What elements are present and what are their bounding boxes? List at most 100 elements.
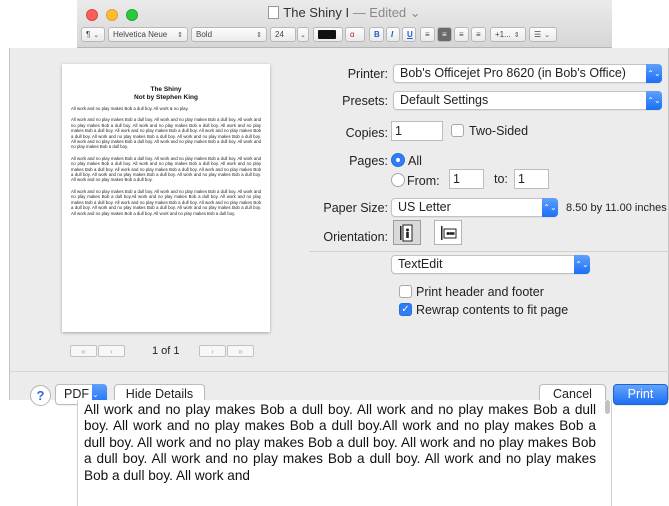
line-spacing-label: +1... — [495, 30, 511, 39]
pages-from-label: From: — [407, 174, 440, 188]
two-sided-checkbox[interactable] — [451, 124, 464, 137]
italic-button[interactable]: I — [386, 27, 400, 42]
chevron-down-icon: ⌄ — [300, 31, 306, 39]
paper-size-value: US Letter — [398, 200, 451, 214]
previous-page-icon: ‹ — [110, 346, 113, 356]
previous-page-button[interactable]: ‹ — [98, 345, 125, 357]
font-family-popup[interactable]: Helvetica Neue ⇕ — [108, 27, 188, 42]
justify-button[interactable]: ≡ — [471, 27, 486, 42]
document-body-text[interactable]: All work and no play makes Bob a dull bo… — [84, 402, 596, 484]
highlight-color-button[interactable]: ɑ — [345, 27, 365, 42]
popup-arrow-icon: ⌃⌄ — [542, 198, 558, 217]
paragraph-style-label: ¶ — [86, 30, 91, 39]
bottom-separator — [10, 371, 669, 372]
font-style-label: Bold — [196, 30, 213, 39]
page-count-label: 1 of 1 — [152, 345, 180, 357]
print-sheet: The Shiny Not by Stephen King All work a… — [9, 48, 669, 406]
popup-arrow-icon: ⌃⌄ — [574, 255, 590, 274]
chevron-down-icon: ⌄ — [544, 31, 551, 39]
align-right-icon: ≡ — [459, 30, 464, 39]
preview-subtitle: Not by Stephen King — [134, 94, 198, 101]
printer-popup[interactable]: Bob's Officejet Pro 8620 (in Bob's Offic… — [393, 64, 662, 83]
list-popup[interactable]: ☰ ⌄ — [529, 27, 557, 42]
print-options-section-popup[interactable]: TextEdit ⌃⌄ — [391, 255, 590, 274]
align-center-button[interactable]: ≡ — [437, 27, 452, 42]
print-header-footer-label: Print header and footer — [416, 285, 544, 299]
orientation-label: Orientation: — [323, 230, 388, 244]
font-size-field[interactable]: 24 — [270, 27, 296, 42]
chevron-down-icon: ⌄ — [93, 31, 100, 39]
copies-label: Copies: — [345, 126, 388, 140]
printer-label: Printer: — [347, 67, 388, 81]
window-title: The Shiny I — Edited ⌄ — [77, 5, 612, 21]
document-icon — [268, 6, 280, 19]
section-divider — [309, 251, 669, 252]
next-page-button[interactable]: › — [199, 345, 226, 357]
highlight-icon: ɑ — [350, 30, 355, 39]
pages-range-radio[interactable] — [391, 173, 405, 187]
italic-label: I — [391, 30, 394, 39]
bold-button[interactable]: B — [369, 27, 384, 42]
popup-arrow-icon: ⌃⌄ — [646, 64, 662, 83]
print-button[interactable]: Print — [613, 384, 668, 405]
preview-paragraph: All work and no play makes Bob a dull bo… — [71, 117, 261, 150]
list-icon: ☰ — [534, 30, 542, 39]
help-button[interactable]: ? — [30, 385, 51, 406]
preview-first-line: All work and no play makes Bob a dull bo… — [71, 106, 189, 111]
align-right-button[interactable]: ≡ — [454, 27, 469, 42]
paper-size-label: Paper Size: — [323, 201, 388, 215]
stepper-icon: ⇕ — [513, 31, 520, 39]
line-spacing-popup[interactable]: +1... ⇕ — [490, 27, 526, 42]
printer-value: Bob's Officejet Pro 8620 (in Bob's Offic… — [400, 66, 626, 80]
presets-label: Presets: — [342, 94, 388, 108]
last-page-button[interactable]: » — [227, 345, 254, 357]
presets-popup[interactable]: Default Settings ⌃⌄ — [393, 91, 662, 110]
align-center-icon: ≡ — [442, 30, 447, 39]
portrait-orientation-button[interactable] — [393, 220, 421, 245]
stepper-icon: ⇕ — [177, 31, 183, 39]
vertical-scrollbar[interactable] — [605, 400, 610, 414]
pages-to-field[interactable] — [514, 169, 549, 189]
pdf-label: PDF — [64, 387, 89, 401]
window-title-text: The Shiny I — [283, 5, 350, 20]
text-color-well[interactable] — [313, 27, 343, 42]
rewrap-contents-label: Rewrap contents to fit page — [416, 303, 569, 317]
checkmark-icon: ✓ — [401, 304, 410, 315]
presets-value: Default Settings — [400, 93, 489, 107]
rewrap-contents-checkbox[interactable]: ✓ — [399, 303, 412, 316]
landscape-orientation-button[interactable] — [434, 220, 462, 245]
paper-size-popup[interactable]: US Letter ⌃⌄ — [391, 198, 558, 217]
underline-label: U — [407, 30, 413, 39]
pages-from-field[interactable] — [449, 169, 484, 189]
document-window: All work and no play makes Bob a dull bo… — [77, 400, 612, 506]
pages-label: Pages: — [349, 154, 388, 168]
align-left-button[interactable]: ≡ — [420, 27, 435, 42]
pages-to-label: to: — [494, 172, 508, 186]
paragraph-style-popup[interactable]: ¶ ⌄ — [81, 27, 105, 42]
font-size-label: 24 — [275, 30, 284, 39]
pages-all-label: All — [408, 154, 422, 168]
print-header-footer-checkbox[interactable] — [399, 285, 412, 298]
two-sided-label: Two-Sided — [469, 124, 529, 138]
align-left-icon: ≡ — [425, 30, 430, 39]
edited-status: — Edited — [352, 5, 407, 20]
title-chevron-icon[interactable]: ⌄ — [410, 5, 421, 20]
font-style-popup[interactable]: Bold ⇕ — [191, 27, 267, 42]
popup-arrow-icon: ⌃⌄ — [646, 91, 662, 110]
landscape-icon — [441, 225, 457, 240]
stepper-icon: ⇕ — [256, 31, 262, 39]
font-size-dropdown[interactable]: ⌄ — [297, 27, 309, 42]
font-family-label: Helvetica Neue — [113, 30, 168, 39]
bold-label: B — [374, 30, 380, 39]
underline-button[interactable]: U — [402, 27, 416, 42]
first-page-icon: « — [81, 346, 86, 356]
pages-all-radio[interactable] — [391, 153, 405, 167]
first-page-button[interactable]: « — [70, 345, 97, 357]
justify-icon: ≡ — [476, 30, 481, 39]
copies-field[interactable] — [391, 121, 443, 141]
paper-dimensions: 8.50 by 11.00 inches — [566, 202, 667, 214]
help-icon: ? — [36, 388, 45, 403]
preview-paragraph: All work and no play makes Bob a dull bo… — [71, 155, 261, 183]
preview-paragraph: All work and no play makes Bob a dull bo… — [71, 188, 261, 216]
preview-pager-back: « ‹ — [70, 344, 125, 358]
